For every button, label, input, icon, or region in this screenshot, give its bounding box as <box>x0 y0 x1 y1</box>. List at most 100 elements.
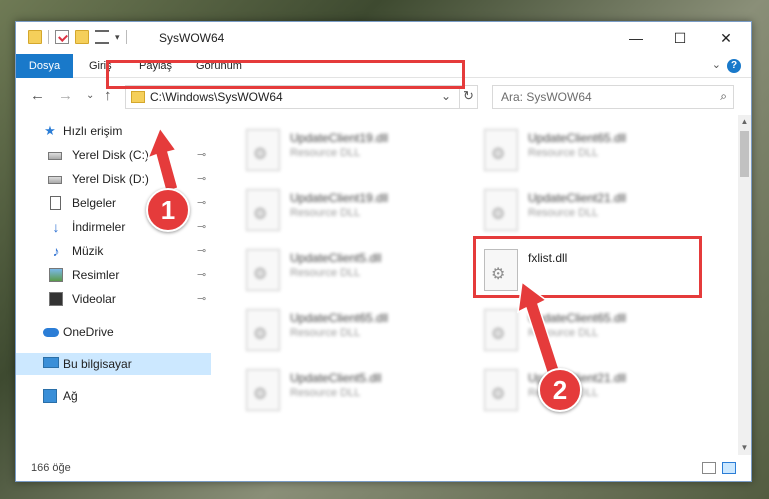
toolbar-divider <box>48 30 49 44</box>
address-dropdown-icon[interactable]: ⌄ <box>441 89 451 103</box>
toolbar-divider <box>125 30 127 44</box>
large-icons-view-icon[interactable] <box>722 462 736 474</box>
file-item[interactable]: UpdateClient65.dll Resource DLL <box>478 305 698 355</box>
vertical-scrollbar[interactable]: ▲ ▼ <box>738 115 751 455</box>
document-icon <box>50 196 61 210</box>
new-folder-icon[interactable] <box>75 30 89 44</box>
file-name: UpdateClient21.dll <box>528 191 627 205</box>
cloud-icon <box>43 328 59 337</box>
pin-icon[interactable]: ⊸ <box>197 192 206 214</box>
file-item[interactable]: UpdateClient5.dll Resource DLL <box>240 245 460 295</box>
sidebar-item-label: Yerel Disk (C:) <box>72 148 149 162</box>
sidebar-item-network[interactable]: Ağ <box>16 385 211 407</box>
disk-icon <box>48 152 62 160</box>
file-item[interactable]: UpdateClient21.dll Resource DLL <box>478 365 698 415</box>
address-bar-highlight <box>106 60 465 89</box>
sidebar-item-quick-access[interactable]: ★ Hızlı erişim <box>16 120 211 142</box>
computer-icon <box>43 357 59 368</box>
file-name: UpdateClient65.dll <box>528 131 627 145</box>
scrollbar-thumb[interactable] <box>740 131 749 177</box>
up-button[interactable]: ↑ <box>104 87 112 104</box>
sidebar-item-label: İndirmeler <box>72 220 126 234</box>
folder-icon <box>131 91 145 103</box>
file-type: Resource DLL <box>528 207 599 219</box>
dll-file-icon <box>246 129 280 171</box>
file-item[interactable]: UpdateClient19.dll Resource DLL <box>240 185 460 235</box>
sidebar-item-music[interactable]: ♪ Müzik ⊸ <box>16 240 211 262</box>
details-view-icon[interactable] <box>702 462 716 474</box>
pin-icon[interactable]: ⊸ <box>197 264 206 286</box>
pictures-icon <box>49 268 63 282</box>
ribbon-expand-icon[interactable]: ⌄ <box>712 58 721 71</box>
dll-file-icon <box>484 309 518 351</box>
sidebar-item-videos[interactable]: Videolar ⊸ <box>16 288 211 310</box>
file-item[interactable]: UpdateClient65.dll Resource DLL <box>478 125 698 175</box>
scroll-down-icon[interactable]: ▼ <box>738 441 751 455</box>
disk-icon <box>48 176 62 184</box>
step-1-badge: 1 <box>146 188 190 232</box>
pin-icon[interactable]: ⊸ <box>197 288 206 310</box>
view-icon[interactable] <box>95 30 109 44</box>
window-title: SysWOW64 <box>159 31 225 45</box>
title-bar: ▾ SysWOW64 — ☐ ✕ <box>16 22 751 54</box>
file-name: UpdateClient65.dll <box>528 311 627 325</box>
sidebar-item-label: Yerel Disk (D:) <box>72 172 149 186</box>
dll-file-icon <box>484 189 518 231</box>
customize-toolbar-icon[interactable]: ▾ <box>115 32 120 43</box>
file-item[interactable]: UpdateClient21.dll Resource DLL <box>478 185 698 235</box>
sidebar-item-onedrive[interactable]: OneDrive <box>16 321 211 343</box>
sidebar-item-label: OneDrive <box>63 325 114 339</box>
minimize-button[interactable]: — <box>613 22 659 54</box>
file-item[interactable]: UpdateClient65.dll Resource DLL <box>240 305 460 355</box>
quick-access-toolbar: ▾ <box>28 30 127 44</box>
sidebar-item-local-disk-d[interactable]: Yerel Disk (D:) ⊸ <box>16 168 211 190</box>
maximize-button[interactable]: ☐ <box>657 22 703 54</box>
back-button[interactable]: ← <box>30 87 45 104</box>
dll-file-icon <box>484 369 518 411</box>
help-icon[interactable]: ? <box>727 59 741 73</box>
recent-locations-button[interactable]: ⌄ <box>86 90 94 101</box>
sidebar-item-local-disk-c[interactable]: Yerel Disk (C:) ⊸ <box>16 144 211 166</box>
file-item[interactable]: UpdateClient19.dll Resource DLL <box>240 125 460 175</box>
step-2-badge: 2 <box>538 368 582 412</box>
star-icon: ★ <box>44 123 56 138</box>
music-icon: ♪ <box>52 243 60 259</box>
file-name: UpdateClient19.dll <box>290 191 389 205</box>
dll-file-icon <box>246 249 280 291</box>
download-icon: ↓ <box>52 219 60 235</box>
dll-file-icon <box>246 369 280 411</box>
search-box[interactable]: Ara: SysWOW64 ⌕ <box>492 85 734 109</box>
item-count: 166 öğe <box>31 462 71 474</box>
file-type: Resource DLL <box>528 327 599 339</box>
file-type: Resource DLL <box>290 327 361 339</box>
properties-icon[interactable] <box>55 30 69 44</box>
file-name: UpdateClient5.dll <box>290 251 382 265</box>
pin-icon[interactable]: ⊸ <box>197 216 206 238</box>
file-type: Resource DLL <box>290 147 361 159</box>
navigation-pane: ★ Hızlı erişim Yerel Disk (C:) ⊸ Yerel D… <box>16 115 211 455</box>
file-type: Resource DLL <box>290 387 361 399</box>
dll-file-icon <box>246 309 280 351</box>
sidebar-item-pictures[interactable]: Resimler ⊸ <box>16 264 211 286</box>
video-icon <box>49 292 63 306</box>
tab-file[interactable]: Dosya <box>16 54 73 78</box>
pin-icon[interactable]: ⊸ <box>197 144 206 166</box>
scroll-up-icon[interactable]: ▲ <box>738 115 751 129</box>
sidebar-item-label: Ağ <box>63 389 78 403</box>
sidebar-item-this-pc[interactable]: Bu bilgisayar <box>16 353 211 375</box>
close-button[interactable]: ✕ <box>703 22 749 54</box>
file-item[interactable]: UpdateClient5.dll Resource DLL <box>240 365 460 415</box>
file-type: Resource DLL <box>290 207 361 219</box>
file-name: UpdateClient65.dll <box>290 311 389 325</box>
file-name: UpdateClient19.dll <box>290 131 389 145</box>
address-path[interactable]: C:\Windows\SysWOW64 <box>150 90 283 104</box>
search-placeholder[interactable]: Ara: SysWOW64 <box>501 90 592 104</box>
search-icon[interactable]: ⌕ <box>720 89 727 104</box>
file-type: Resource DLL <box>290 267 361 279</box>
network-icon <box>43 389 57 403</box>
pin-icon[interactable]: ⊸ <box>197 168 206 190</box>
pin-icon[interactable]: ⊸ <box>197 240 206 262</box>
file-type: Resource DLL <box>528 147 599 159</box>
forward-button[interactable]: → <box>58 87 73 104</box>
folder-icon[interactable] <box>28 30 42 44</box>
